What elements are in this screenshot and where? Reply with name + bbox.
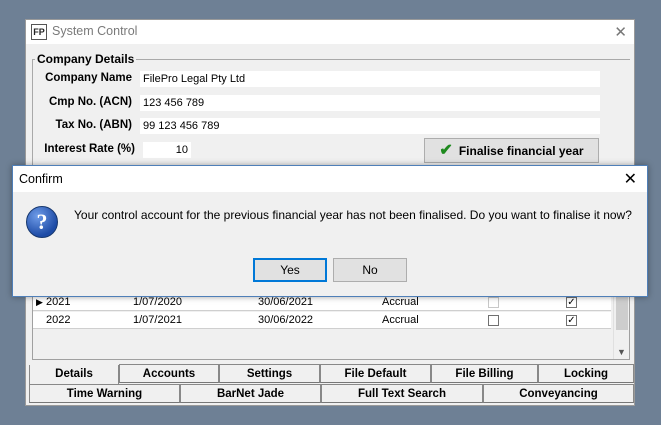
window-titlebar: FP System Control ✕ (26, 20, 634, 44)
scrollbar-thumb[interactable] (616, 296, 628, 330)
finalise-year-button[interactable]: ✔ Finalise financial year (424, 138, 599, 163)
yes-button[interactable]: Yes (253, 258, 327, 282)
yes-button-label: Yes (280, 263, 300, 277)
finalise-year-label: Finalise financial year (458, 143, 584, 158)
app-icon: FP (31, 24, 47, 40)
row-checkbox-2[interactable]: ✓ (566, 315, 577, 326)
tab-barnet-jade[interactable]: BarNet Jade (180, 384, 321, 403)
no-button[interactable]: No (333, 258, 407, 282)
acn-field[interactable]: 123 456 789 (140, 95, 600, 111)
window-close-icon[interactable]: ✕ (614, 23, 627, 41)
acn-label: Cmp No. (ACN) (48, 96, 132, 108)
company-name-label: Company Name (45, 72, 132, 84)
start-date-cell: 1/07/2021 (133, 314, 182, 326)
abn-label: Tax No. (ABN) (55, 119, 132, 131)
row-checkbox-2[interactable]: ✓ (566, 297, 577, 308)
row-checkbox-1[interactable] (488, 315, 499, 326)
dialog-message: Your control account for the previous fi… (74, 208, 632, 222)
tab-accounts[interactable]: Accounts (119, 364, 219, 383)
abn-field[interactable]: 99 123 456 789 (140, 118, 600, 134)
tab-details[interactable]: Details (29, 365, 119, 386)
table-row[interactable]: 2022 1/07/2021 30/06/2022 Accrual ✓ (33, 312, 611, 329)
row-checkbox-1[interactable] (488, 297, 499, 308)
dialog-close-icon[interactable]: ✕ (624, 169, 637, 189)
no-button-label: No (362, 263, 378, 277)
window-title: System Control (52, 24, 138, 38)
confirm-dialog: Confirm ✕ ? Your control account for the… (12, 165, 648, 297)
tab-time-warning[interactable]: Time Warning (29, 384, 180, 403)
tab-locking[interactable]: Locking (538, 364, 634, 383)
grid-vertical-scrollbar[interactable]: ▼ (613, 294, 629, 359)
checkmark-icon: ✔ (439, 141, 453, 159)
scroll-down-icon[interactable]: ▼ (617, 347, 626, 357)
dialog-titlebar: Confirm ✕ (13, 166, 647, 192)
tab-conveyancing[interactable]: Conveyancing (483, 384, 634, 403)
question-icon: ? (26, 206, 58, 238)
basis-cell: Accrual (382, 314, 419, 326)
year-cell: 2022 (46, 314, 71, 326)
dialog-title: Confirm (19, 172, 63, 186)
interest-rate-field[interactable]: 10 (143, 142, 191, 158)
company-name-field[interactable]: FilePro Legal Pty Ltd (140, 71, 600, 87)
tab-settings[interactable]: Settings (219, 364, 320, 383)
tab-file-default[interactable]: File Default (320, 364, 431, 383)
tab-full-text-search[interactable]: Full Text Search (321, 384, 483, 403)
interest-rate-label: Interest Rate (%) (44, 143, 135, 155)
company-details-legend: Company Details (37, 52, 135, 66)
financial-years-grid: ▶ 2021 1/07/2020 30/06/2021 Accrual ✓ 20… (32, 293, 630, 360)
end-date-cell: 30/06/2022 (258, 314, 314, 326)
tab-file-billing[interactable]: File Billing (431, 364, 538, 383)
